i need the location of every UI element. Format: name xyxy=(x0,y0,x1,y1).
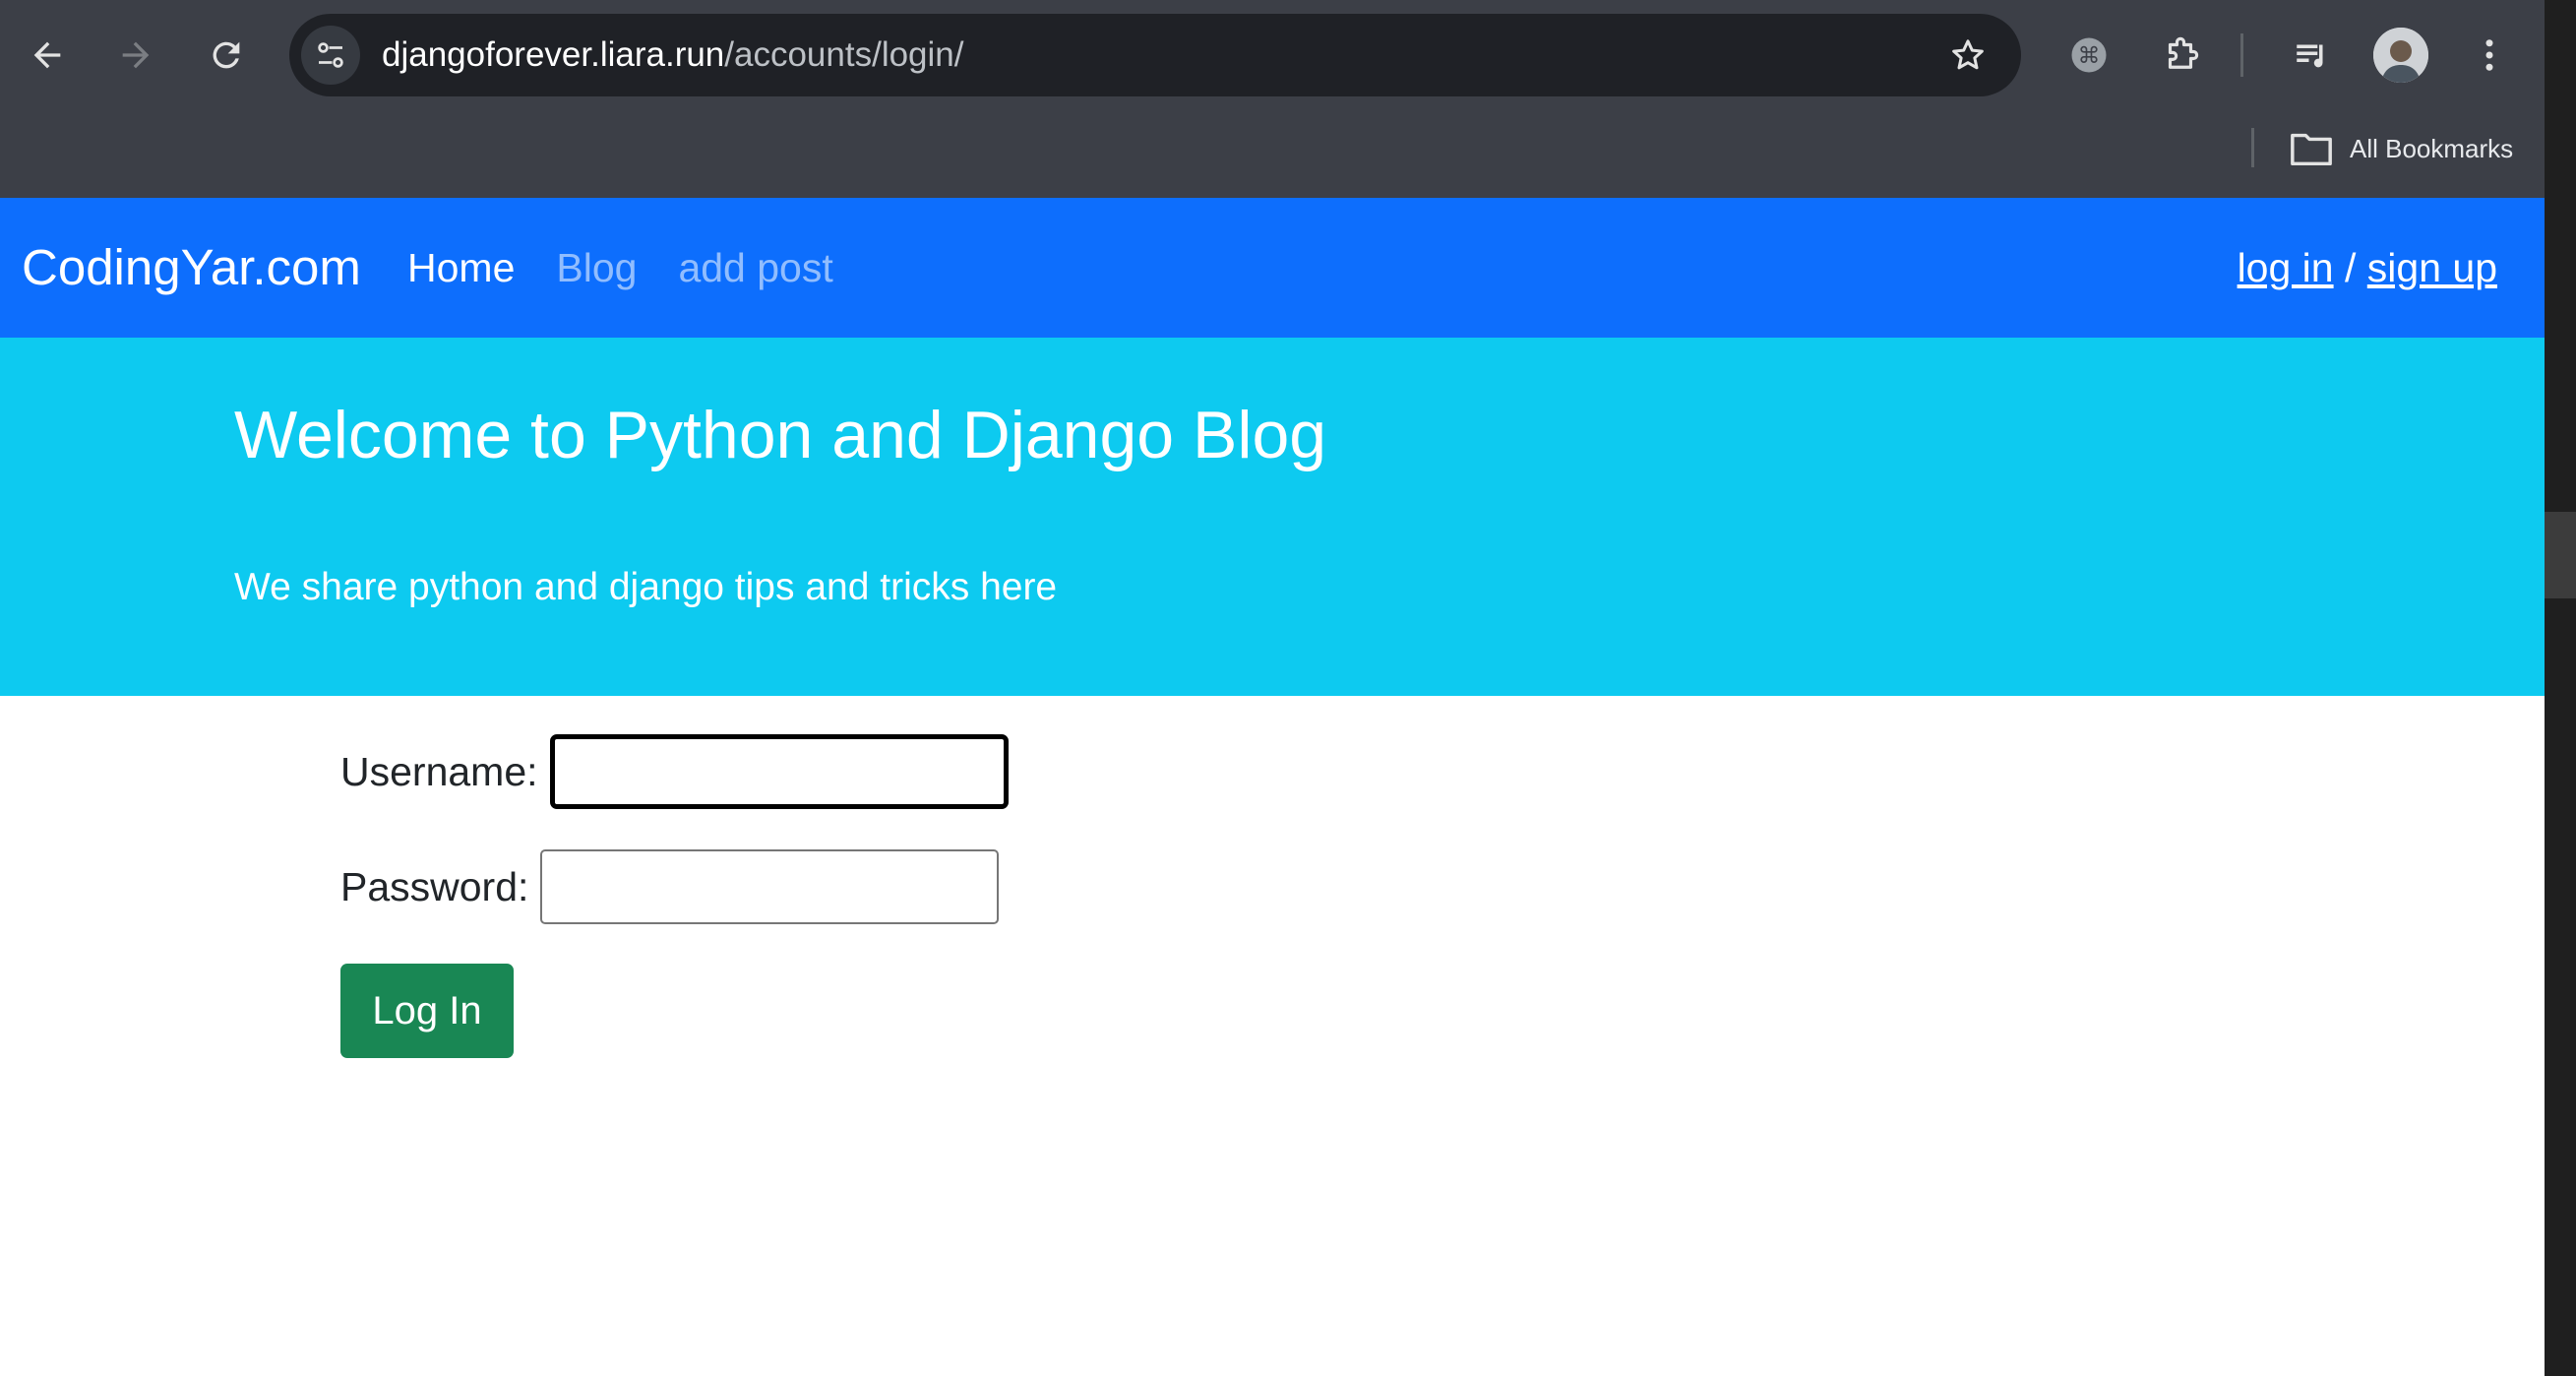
all-bookmarks-button[interactable]: All Bookmarks xyxy=(2289,124,2513,173)
back-button[interactable] xyxy=(20,28,75,83)
avatar-icon xyxy=(2373,28,2428,83)
username-input[interactable] xyxy=(549,734,1009,809)
profile-avatar[interactable] xyxy=(2373,28,2428,83)
nav-home-link[interactable]: Home xyxy=(407,245,515,291)
username-label: Username: xyxy=(340,748,538,794)
bookmarks-divider xyxy=(2251,128,2254,167)
media-queue-icon xyxy=(2297,44,2323,68)
forward-button[interactable] xyxy=(108,28,163,83)
nav-links: Home Blog add post xyxy=(407,198,833,338)
url-host: djangoforever.liara.run xyxy=(382,35,725,74)
browser-chrome: djangoforever.liara.run/accounts/login/ … xyxy=(0,0,2545,198)
url-text[interactable]: djangoforever.liara.run/accounts/login/ xyxy=(382,14,964,96)
site-info-button[interactable] xyxy=(301,26,360,85)
reload-icon xyxy=(213,41,240,69)
toolbar-divider xyxy=(2240,33,2243,77)
reload-button[interactable] xyxy=(199,28,254,83)
login-submit-button[interactable]: Log In xyxy=(340,964,514,1058)
back-arrow-icon xyxy=(33,41,61,69)
login-link[interactable]: log in xyxy=(2238,245,2334,290)
site-navbar: CodingYar.com Home Blog add post log in … xyxy=(0,198,2545,338)
password-input[interactable] xyxy=(540,849,1000,924)
bookmarks-bar: All Bookmarks xyxy=(0,110,2545,198)
svg-text:⌘: ⌘ xyxy=(2078,43,2101,69)
address-bar[interactable]: djangoforever.liara.run/accounts/login/ xyxy=(289,14,2021,96)
kebab-menu-icon xyxy=(2485,39,2493,71)
browser-menu-button[interactable] xyxy=(2462,28,2517,83)
extension-command-button[interactable]: ⌘ xyxy=(2061,28,2116,83)
hero-title: Welcome to Python and Django Blog xyxy=(234,398,1327,472)
web-page: CodingYar.com Home Blog add post log in … xyxy=(0,198,2545,1376)
star-icon xyxy=(1952,39,1984,70)
hero-lead: We share python and django tips and tric… xyxy=(234,566,1058,608)
puzzle-icon xyxy=(2168,36,2199,69)
bookmark-star-button[interactable] xyxy=(1944,31,1992,79)
nav-add-post-link[interactable]: add post xyxy=(678,245,832,291)
media-controls-button[interactable] xyxy=(2285,28,2340,83)
auth-links: log in / sign up xyxy=(2238,198,2497,338)
hero-banner: Welcome to Python and Django Blog We sha… xyxy=(0,338,2545,696)
all-bookmarks-label: All Bookmarks xyxy=(2350,133,2514,163)
command-icon: ⌘ xyxy=(2071,37,2107,73)
forward-arrow-icon xyxy=(122,41,150,69)
signup-link[interactable]: sign up xyxy=(2367,245,2497,290)
extensions-button[interactable] xyxy=(2153,28,2208,83)
site-brand-link[interactable]: CodingYar.com xyxy=(22,198,361,338)
auth-separator: / xyxy=(2333,245,2367,290)
browser-toolbar: djangoforever.liara.run/accounts/login/ … xyxy=(0,0,2545,110)
username-row: Username: xyxy=(340,734,1009,809)
password-label: Password: xyxy=(340,863,529,909)
folder-icon xyxy=(2291,133,2332,166)
url-path: /accounts/login/ xyxy=(724,35,964,74)
nav-blog-link[interactable]: Blog xyxy=(556,245,637,291)
page-scrollbar[interactable] xyxy=(2545,0,2576,1376)
scrollbar-thumb[interactable] xyxy=(2545,512,2576,598)
tune-icon xyxy=(318,42,343,68)
password-row: Password: xyxy=(340,849,1000,924)
